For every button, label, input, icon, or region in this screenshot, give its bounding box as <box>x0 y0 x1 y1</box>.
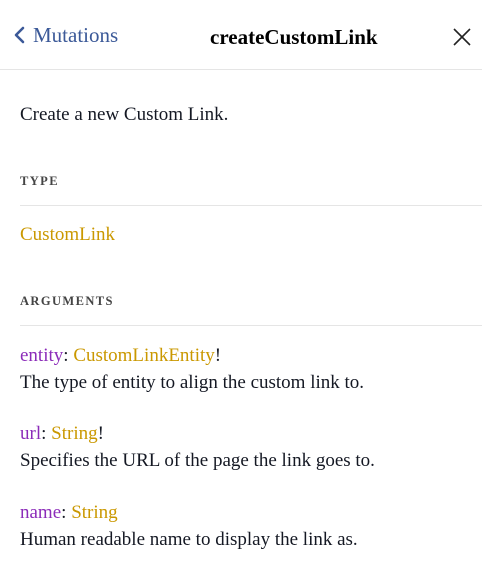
argument-description: Human readable name to display the link … <box>20 529 358 550</box>
argument-colon: : <box>41 423 52 444</box>
arguments-section-divider <box>20 325 482 326</box>
field-description: Create a new Custom Link. <box>20 104 229 125</box>
close-button[interactable] <box>452 27 472 47</box>
required-mark: ! <box>214 345 222 366</box>
chevron-left-icon <box>14 26 25 44</box>
arguments-section-heading: ARGUMENTS <box>20 294 114 308</box>
argument-signature: name: String <box>20 501 475 525</box>
back-to-mutations-button[interactable]: Mutations <box>14 22 118 48</box>
type-link-customlink[interactable]: CustomLink <box>20 223 115 247</box>
type-section-heading: TYPE <box>20 174 59 188</box>
argument-entity: entity: CustomLinkEntity! The type of en… <box>20 344 475 395</box>
argument-name: name <box>20 502 62 523</box>
argument-type-link[interactable]: CustomLinkEntity <box>73 345 214 366</box>
argument-signature: entity: CustomLinkEntity! <box>20 344 475 368</box>
close-icon <box>453 28 471 46</box>
argument-type-link[interactable]: String <box>71 502 117 523</box>
argument-type-link[interactable]: String <box>51 423 97 444</box>
argument-name: entity <box>20 345 64 366</box>
argument-name-field: name: String Human readable name to disp… <box>20 501 475 552</box>
doc-explorer-header: Mutations createCustomLink <box>0 0 482 70</box>
page-title: createCustomLink <box>210 25 378 49</box>
argument-description: The type of entity to align the custom l… <box>20 372 365 393</box>
argument-name: url <box>20 423 42 444</box>
required-mark: ! <box>97 423 104 444</box>
argument-colon: : <box>61 502 72 523</box>
argument-url: url: String! Specifies the URL of the pa… <box>20 422 475 473</box>
argument-signature: url: String! <box>20 422 475 446</box>
type-section-divider <box>20 205 482 206</box>
argument-description: Specifies the URL of the page the link g… <box>20 450 375 471</box>
back-label: Mutations <box>33 22 119 47</box>
argument-colon: : <box>63 345 74 366</box>
